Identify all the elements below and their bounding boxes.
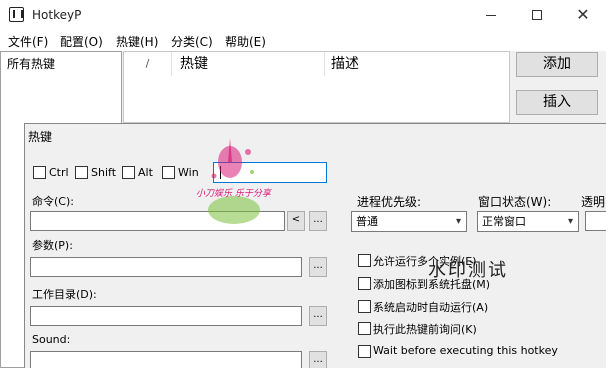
hotkey-list[interactable]: / 热键 描述 xyxy=(123,51,510,123)
close-button[interactable]: ✕ xyxy=(560,0,606,31)
workdir-browse-button[interactable]: ... xyxy=(309,306,327,326)
chevron-down-icon: ▾ xyxy=(455,216,461,227)
shift-label: Shift xyxy=(91,166,117,179)
priority-label: 进程优先级: xyxy=(357,195,422,209)
insert-button[interactable]: 插入 xyxy=(516,90,598,115)
column-header-description[interactable]: 描述 xyxy=(325,52,510,76)
window-state-value: 正常窗口 xyxy=(482,215,526,228)
menu-category[interactable]: 分类(C) xyxy=(171,33,213,50)
minimize-icon xyxy=(486,15,496,16)
close-icon: ✕ xyxy=(576,5,590,24)
shift-checkbox[interactable] xyxy=(75,166,88,179)
option-wait-before-label: Wait before executing this hotkey xyxy=(373,344,558,357)
alt-checkbox[interactable] xyxy=(122,166,135,179)
title-bar: HotkeyP ✕ xyxy=(0,0,606,31)
ctrl-checkbox[interactable] xyxy=(33,166,46,179)
option-ask-before-checkbox[interactable] xyxy=(358,322,371,335)
alt-label: Alt xyxy=(138,166,153,179)
window-state-select[interactable]: 正常窗口 ▾ xyxy=(477,211,579,232)
option-tray-icon-checkbox[interactable] xyxy=(358,277,371,290)
option-multi-instance-checkbox[interactable] xyxy=(358,254,371,267)
maximize-button[interactable] xyxy=(514,0,560,31)
ctrl-label: Ctrl xyxy=(49,166,69,179)
window-state-label: 窗口状态(W): xyxy=(478,195,552,209)
workdir-label: 工作目录(D): xyxy=(32,288,97,301)
window-title: HotkeyP xyxy=(32,8,82,22)
menu-file[interactable]: 文件(F) xyxy=(8,33,48,50)
transparency-input[interactable] xyxy=(585,211,606,231)
win-checkbox[interactable] xyxy=(162,166,175,179)
sound-input[interactable] xyxy=(30,351,302,368)
menu-bar: 文件(F) 配置(O) 热键(H) 分类(C) 帮助(E) xyxy=(0,31,606,51)
priority-value: 普通 xyxy=(356,215,378,228)
app-icon xyxy=(9,7,24,22)
params-browse-button[interactable]: ... xyxy=(309,257,327,277)
transparency-label: 透明 xyxy=(581,195,606,209)
option-autostart-checkbox[interactable] xyxy=(358,300,371,313)
params-label: 参数(P): xyxy=(32,239,73,252)
add-button[interactable]: 添加 xyxy=(516,52,598,77)
workdir-input[interactable] xyxy=(30,306,302,326)
watermark-logo xyxy=(208,138,260,224)
option-ask-before-label: 执行此热键前询问(K) xyxy=(373,323,477,336)
option-autostart-label: 系统启动时自动运行(A) xyxy=(373,301,489,314)
minimize-button[interactable] xyxy=(468,0,514,31)
back-button[interactable]: < xyxy=(287,211,305,231)
command-browse-button[interactable]: ... xyxy=(309,211,327,231)
category-all-hotkeys[interactable]: 所有热键 xyxy=(7,55,55,72)
sound-browse-button[interactable]: ... xyxy=(309,351,327,368)
command-label: 命令(C): xyxy=(32,195,74,208)
column-header-slash[interactable]: / xyxy=(124,52,172,76)
priority-select[interactable]: 普通 ▾ xyxy=(351,211,467,232)
option-wait-before-checkbox[interactable] xyxy=(358,345,371,358)
win-label: Win xyxy=(178,166,199,179)
watermark-subtitle: 小刀娱乐 乐于分享 xyxy=(196,189,271,199)
watermark-text: 水印测试 xyxy=(428,260,508,281)
column-header-hotkey[interactable]: 热键 xyxy=(172,52,325,76)
menu-help[interactable]: 帮助(E) xyxy=(225,33,266,50)
menu-hotkey[interactable]: 热键(H) xyxy=(116,33,158,50)
menu-config[interactable]: 配置(O) xyxy=(60,33,103,50)
chevron-down-icon: ▾ xyxy=(567,216,573,227)
hotkey-dialog: 热键 Ctrl Shift Alt Win 命令(C): < ... 参数(P)… xyxy=(24,123,606,368)
params-input[interactable] xyxy=(30,257,302,277)
sound-label: Sound: xyxy=(32,333,71,346)
maximize-icon xyxy=(532,10,542,20)
dialog-title: 热键 xyxy=(28,130,53,144)
